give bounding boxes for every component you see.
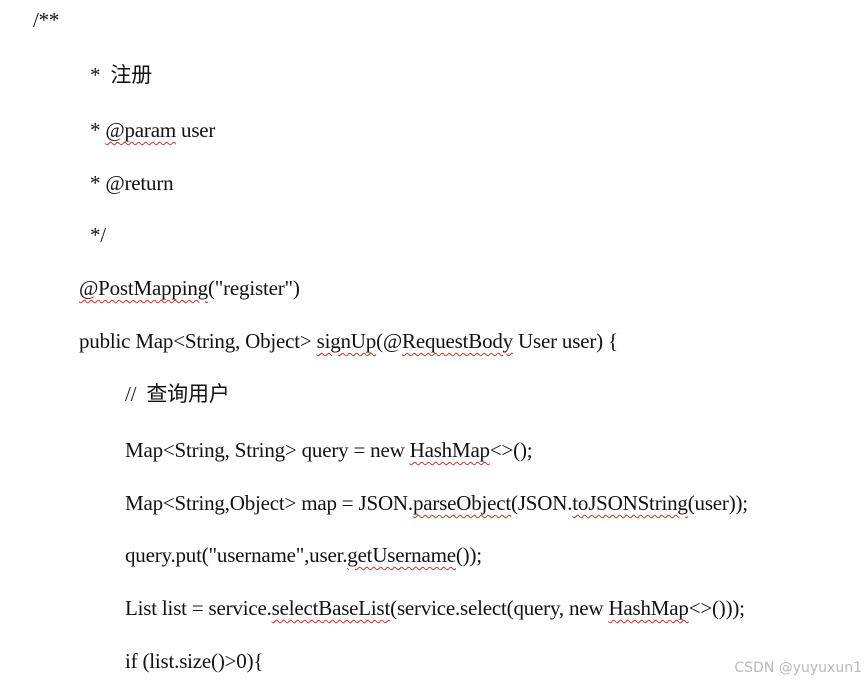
code-line: List list = service.selectBaseList(servi… xyxy=(125,594,745,622)
code-line: if (list.size()>0){ xyxy=(125,647,263,675)
code-text: Map<String, String> query = new xyxy=(125,438,410,462)
spellcheck-flagged-word: @PostMapping xyxy=(79,276,208,300)
code-text: (service.select(query, new xyxy=(390,596,609,620)
code-text: * @return xyxy=(90,171,174,195)
spellcheck-flagged-word: RequestBody xyxy=(402,329,513,353)
spellcheck-flagged-word: selectBaseList xyxy=(271,596,391,620)
code-text: * xyxy=(90,118,106,142)
code-line: Map<String,Object> map = JSON.parseObjec… xyxy=(125,489,748,517)
code-text: ()); xyxy=(455,543,482,567)
code-text: <>(); xyxy=(489,438,533,462)
spellcheck-flagged-word: getUsername xyxy=(347,543,456,567)
code-line: * 注册 xyxy=(90,61,152,89)
code-text: List list = service. xyxy=(125,596,272,620)
code-line: query.put("username",user.getUsername())… xyxy=(125,541,482,569)
code-line: @PostMapping("register") xyxy=(79,274,300,302)
code-text: <>())); xyxy=(688,596,745,620)
code-text: ("register") xyxy=(207,276,300,300)
code-line: Map<String, String> query = new HashMap<… xyxy=(125,436,533,464)
spellcheck-flagged-word: HashMap xyxy=(608,596,689,620)
code-text: */ xyxy=(90,223,106,247)
spellcheck-flagged-word: parseObject xyxy=(412,491,512,515)
code-text: /** xyxy=(33,8,60,32)
code-text: // 查询用户 xyxy=(125,382,230,406)
spellcheck-flagged-word: @param xyxy=(105,118,176,142)
code-text: Map<String,Object> map = JSON. xyxy=(125,491,413,515)
spellcheck-flagged-word: signUp xyxy=(316,329,377,353)
code-text: (user)); xyxy=(687,491,748,515)
spellcheck-flagged-word: toJSONString xyxy=(572,491,688,515)
code-text: if (list.size()>0){ xyxy=(125,649,264,673)
code-text: query.put("username",user. xyxy=(125,543,348,567)
code-text: * 注册 xyxy=(90,63,152,87)
code-line: * @return xyxy=(90,169,174,197)
code-text: (@ xyxy=(376,329,403,353)
code-text: user xyxy=(175,118,216,142)
code-line: /** xyxy=(33,6,59,34)
spellcheck-flagged-word: HashMap xyxy=(409,438,490,462)
code-line: // 查询用户 xyxy=(125,380,230,408)
code-text: User user) { xyxy=(512,329,618,353)
code-line: * @param user xyxy=(90,116,215,144)
code-text: (JSON. xyxy=(511,491,573,515)
code-line: public Map<String, Object> signUp(@Reque… xyxy=(79,327,618,355)
watermark: CSDN @yuyuxun1 xyxy=(734,660,862,676)
code-line: */ xyxy=(90,221,106,249)
code-text: public Map<String, Object> xyxy=(79,329,317,353)
